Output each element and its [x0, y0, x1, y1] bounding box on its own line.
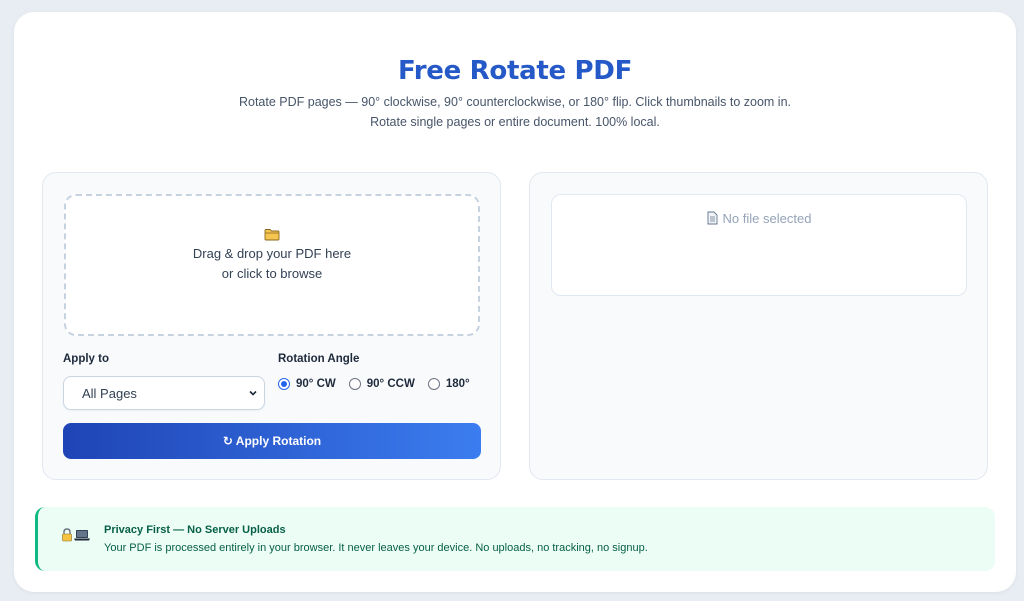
subtitle-line-2: Rotate single pages or entire document. … [370, 115, 660, 129]
radio-label: 90° CW [296, 378, 336, 390]
pdf-dropzone[interactable]: Drag & drop your PDF here or click to br… [64, 194, 480, 336]
apply-rotation-button[interactable]: ↻ Apply Rotation [63, 423, 481, 459]
apply-to-value: All Pages [82, 386, 137, 401]
apply-to-select[interactable]: All Pages [63, 376, 265, 410]
radio-label: 180° [445, 378, 470, 390]
laptop-icon [74, 530, 90, 541]
privacy-description: Your PDF is processed entirely in your b… [104, 542, 648, 554]
privacy-notice: Privacy First — No Server Uploads Your P… [35, 507, 995, 571]
page-subtitle: Rotate PDF pages — 90° clockwise, 90° co… [14, 92, 1016, 132]
dropzone-text: Drag & drop your PDF here [192, 246, 352, 261]
upload-panel: Drag & drop your PDF here or click to br… [42, 172, 501, 480]
document-icon [707, 211, 717, 225]
file-preview: No file selected [551, 194, 967, 296]
radio-180[interactable]: 180° [427, 378, 470, 390]
preview-panel: No file selected [529, 172, 988, 480]
radio-button[interactable] [348, 378, 361, 390]
lock-laptop-icon [62, 528, 90, 542]
rotation-angle-label: Rotation Angle [278, 353, 360, 365]
radio-button[interactable] [427, 378, 440, 390]
apply-to-label: Apply to [63, 353, 109, 365]
radio-button[interactable] [278, 378, 290, 390]
radio-90-ccw[interactable]: 90° CCW [348, 378, 415, 390]
privacy-title: Privacy First — No Server Uploads [104, 524, 286, 536]
main-card: Free Rotate PDF Rotate PDF pages — 90° c… [14, 12, 1016, 592]
dropzone-subtext: or click to browse [221, 266, 323, 281]
radio-label: 90° CCW [366, 378, 415, 390]
subtitle-line-1: Rotate PDF pages — 90° clockwise, 90° co… [238, 95, 792, 109]
page-title: Free Rotate PDF [397, 56, 633, 86]
radio-90-cw[interactable]: 90° CW [278, 378, 336, 390]
folder-icon [264, 229, 280, 241]
lock-icon [62, 528, 72, 542]
no-file-text: No file selected [722, 211, 812, 226]
rotation-options: 90° CW 90° CCW 180° [278, 376, 483, 392]
chevron-down-icon [249, 390, 257, 396]
